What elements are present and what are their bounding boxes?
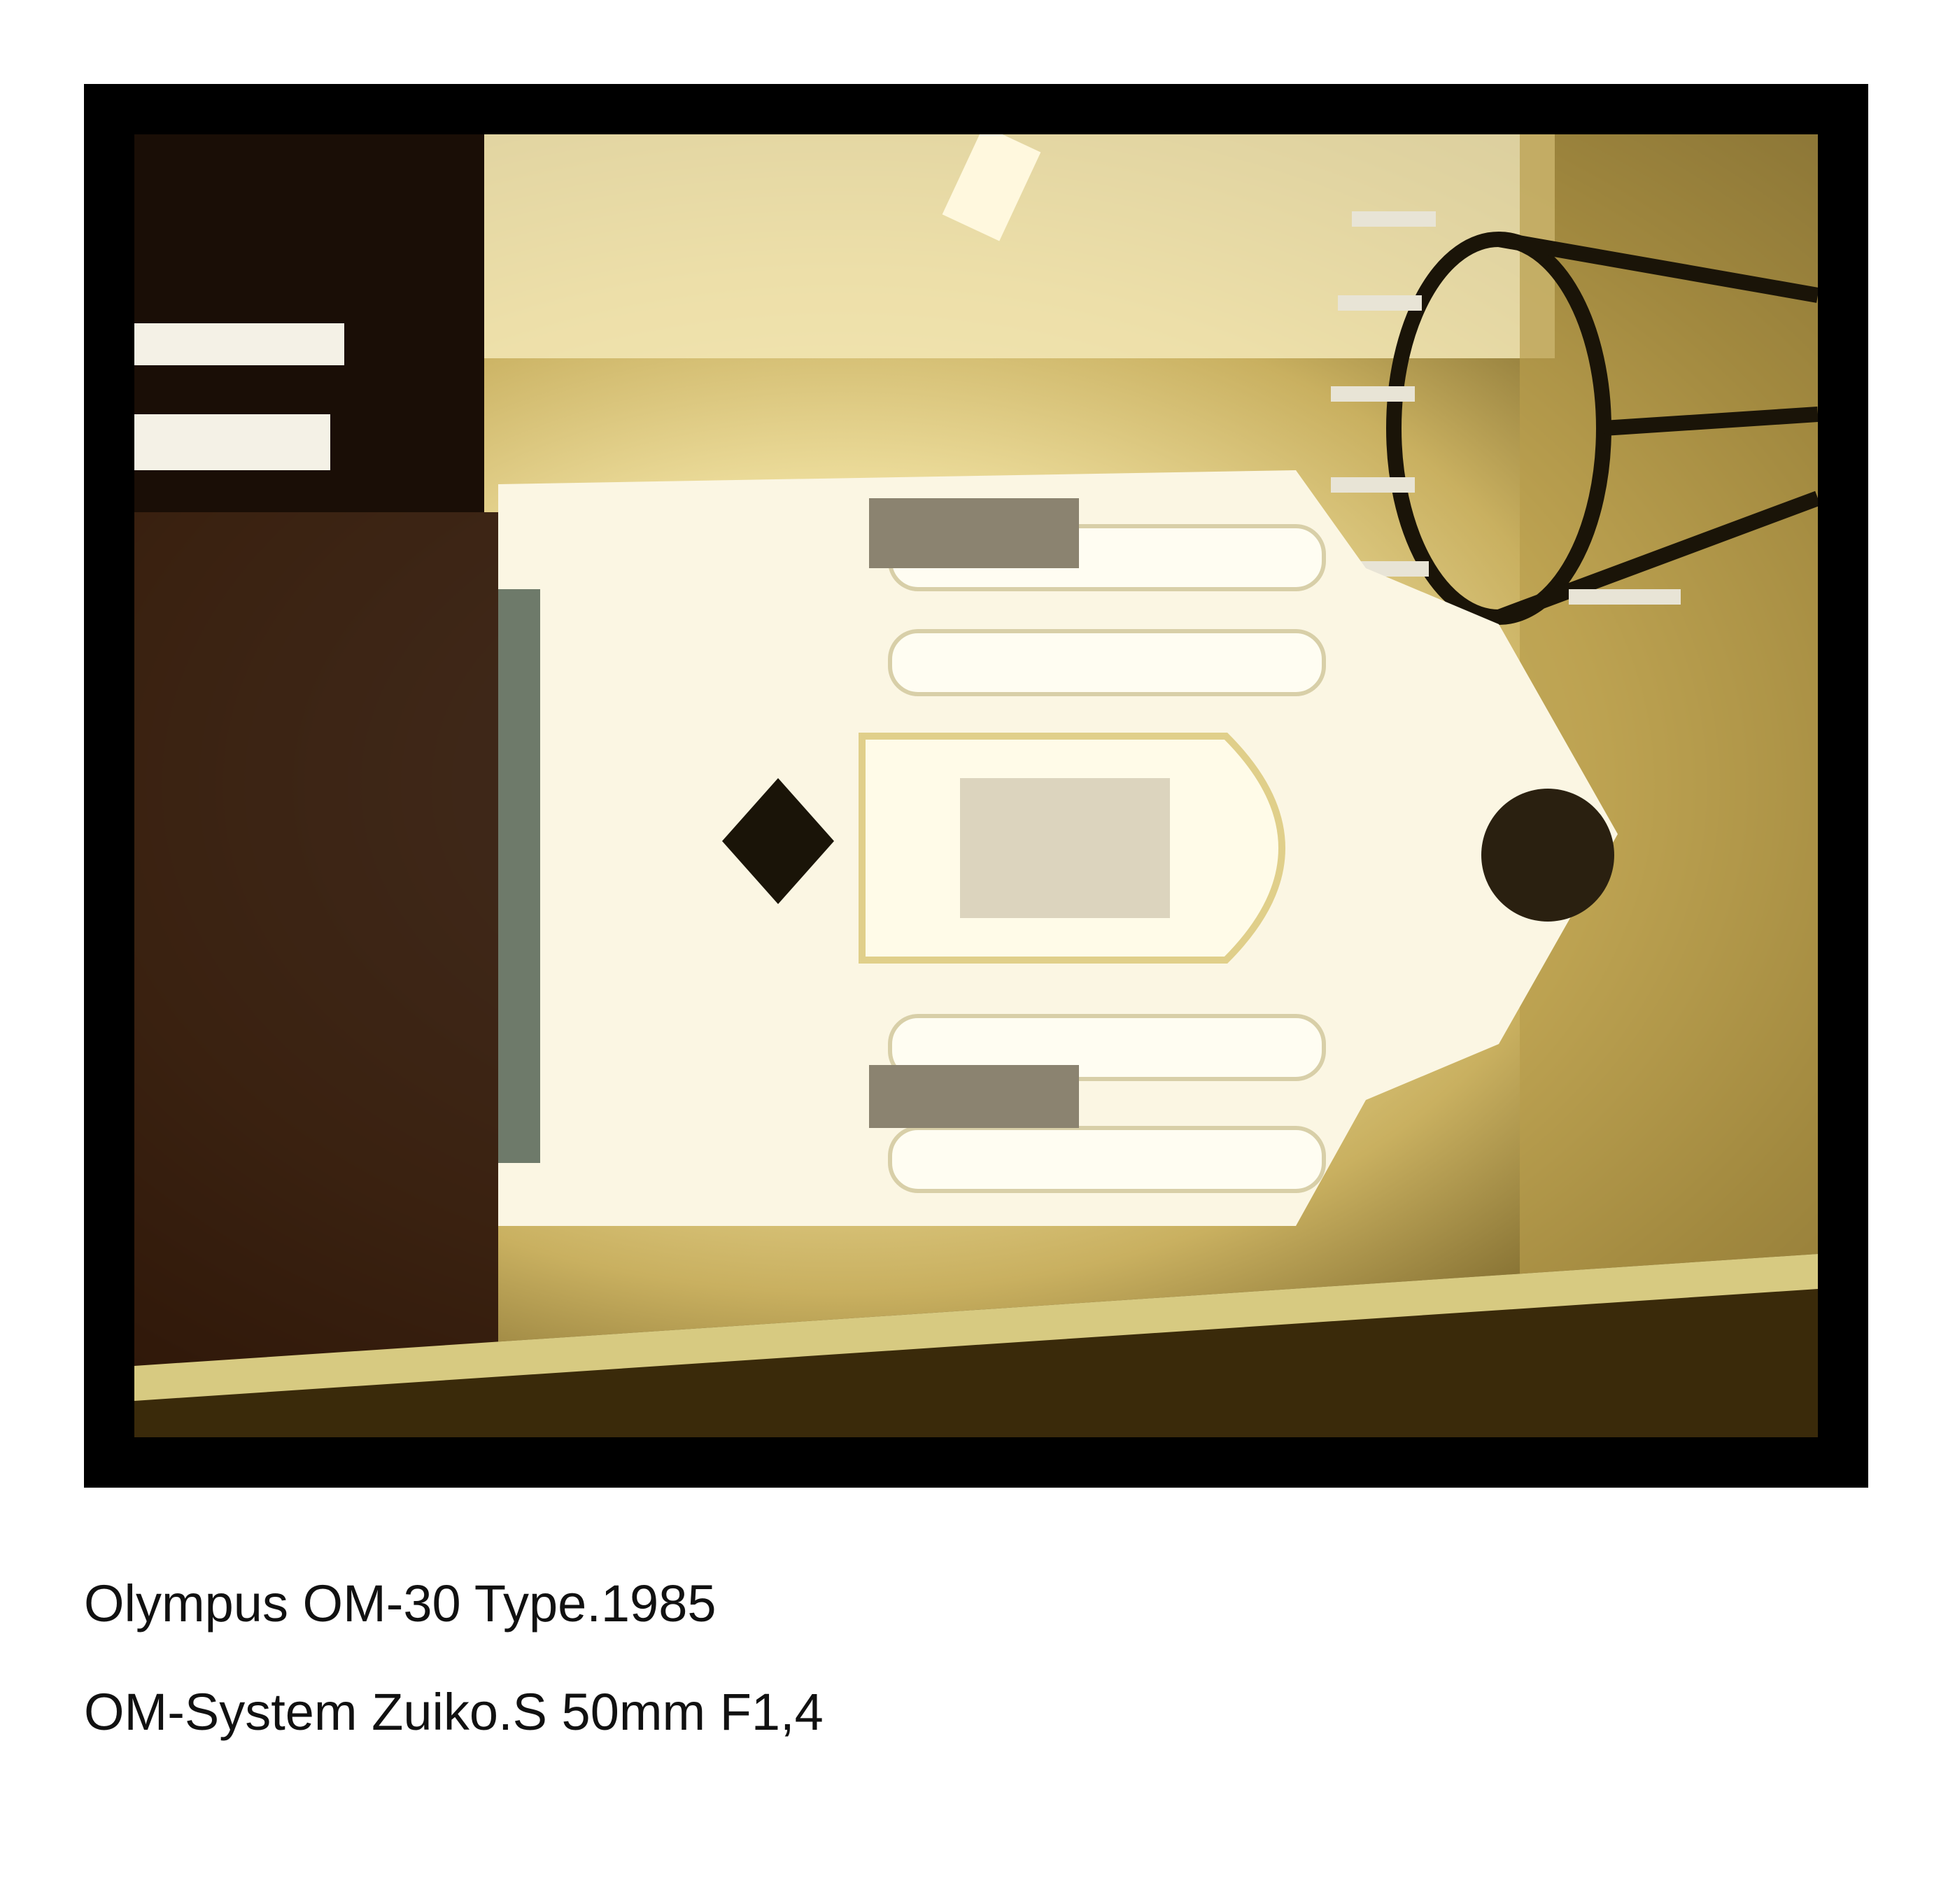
candle-row	[498, 589, 540, 1163]
side-wall	[1520, 134, 1818, 1289]
right-saint-statue	[869, 1065, 1079, 1128]
altar-illustration	[134, 134, 1818, 1437]
medallion	[1481, 789, 1614, 922]
altar-photograph	[134, 134, 1818, 1437]
left-saint-statue	[869, 498, 1079, 568]
cabinet-shelf-top	[134, 323, 344, 365]
cabinet-shelf-bottom	[134, 414, 330, 470]
photo-frame	[84, 84, 1868, 1488]
madonna-statue	[960, 778, 1170, 918]
camera-caption: Olympus OM-30 Type.1985	[84, 1574, 717, 1632]
lens-caption: OM-System Zuiko.S 50mm F1,4	[84, 1683, 824, 1741]
foreground-pews	[134, 512, 498, 1394]
